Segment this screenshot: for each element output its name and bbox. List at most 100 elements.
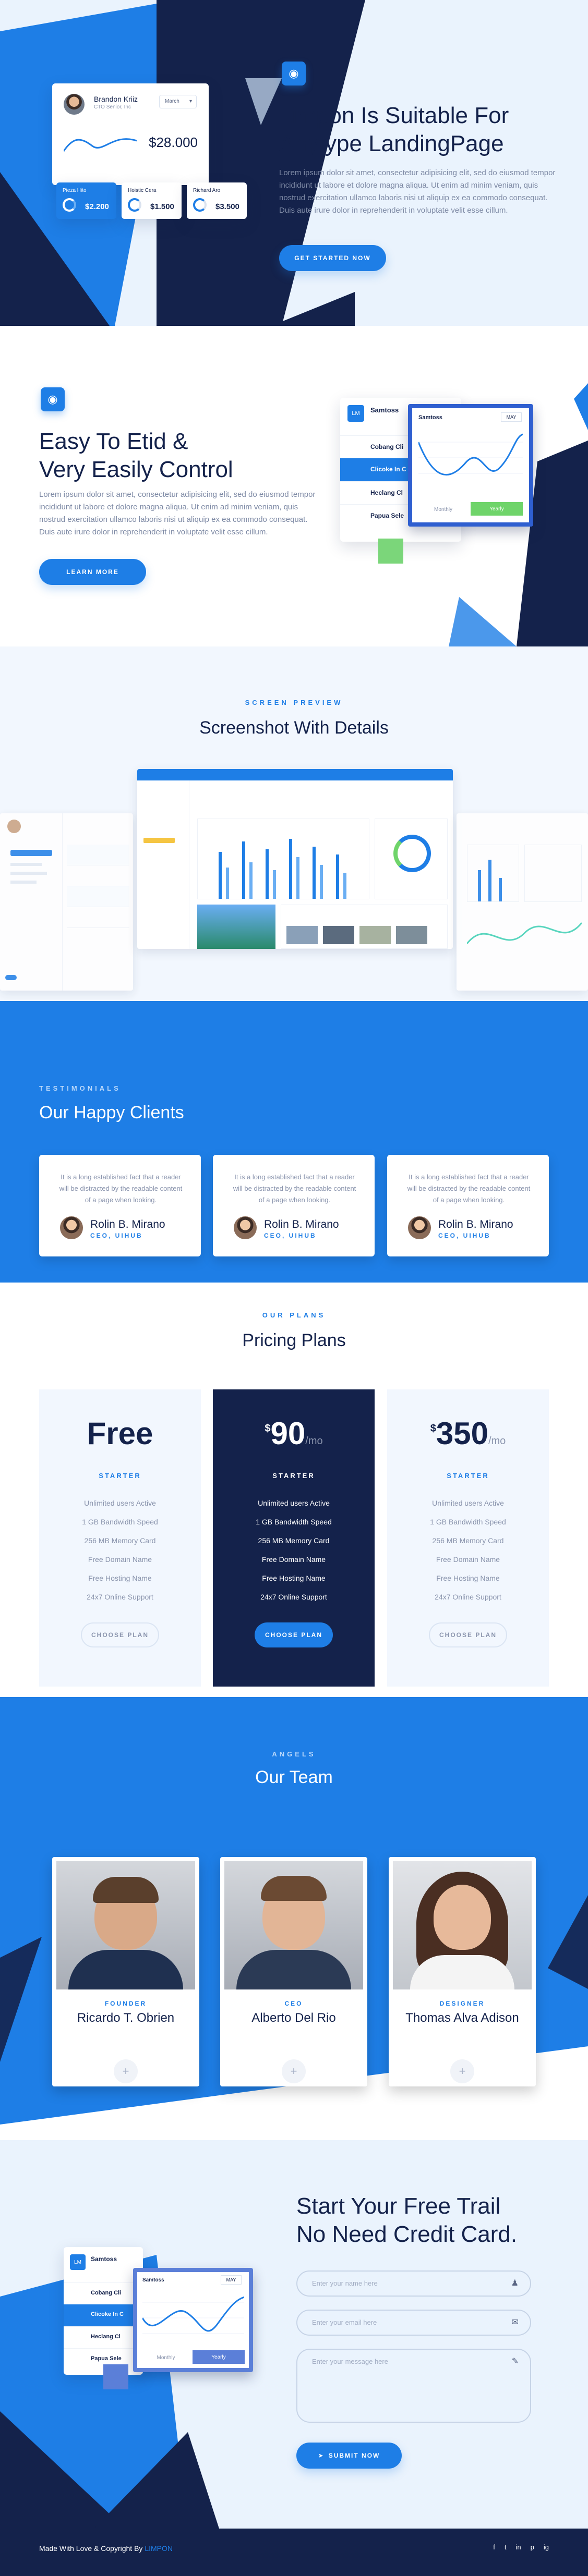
testimonial-card: It is a long established fact that a rea… bbox=[213, 1155, 375, 1256]
screenshot-topbar bbox=[137, 769, 453, 780]
social-links: f t in p ig bbox=[493, 2543, 549, 2551]
name-field[interactable]: Enter your name here ♟ bbox=[296, 2270, 531, 2297]
stat-label: Richard Aro bbox=[193, 188, 221, 193]
preview-heading: Screenshot With Details bbox=[199, 718, 389, 738]
stat-value: $1.500 bbox=[150, 202, 174, 211]
plan-features: Unlimited users Active 1 GB Bandwidth Spe… bbox=[82, 1499, 158, 1601]
avatar bbox=[7, 820, 21, 833]
plus-icon[interactable]: + bbox=[282, 2059, 306, 2083]
footer: Made With Love & Copyright By LIMPON f t… bbox=[0, 2529, 588, 2576]
plan-card-350: $350/mo STARTER Unlimited users Active 1 … bbox=[387, 1389, 549, 1687]
plus-icon[interactable]: + bbox=[114, 2059, 138, 2083]
aperture-icon: ◉ bbox=[41, 387, 65, 411]
stat-card-primary: Pieza Hito $2.200 bbox=[56, 182, 116, 219]
donut-icon bbox=[128, 198, 141, 212]
linkedin-icon[interactable]: in bbox=[516, 2543, 521, 2551]
testimonial-card: It is a long established fact that a rea… bbox=[39, 1155, 201, 1256]
pricing-heading: Pricing Plans bbox=[242, 1330, 346, 1350]
message-field[interactable]: Enter your message here ✎ bbox=[296, 2349, 531, 2423]
landing-page: Brandon Kriiz CTO Senior, Inc March ▾ $28… bbox=[0, 0, 588, 2576]
member-photo bbox=[224, 1861, 363, 1989]
user-name: Brandon Kriiz bbox=[94, 95, 138, 103]
pinterest-icon[interactable]: p bbox=[531, 2543, 534, 2551]
chart-line bbox=[418, 433, 523, 476]
plus-icon[interactable]: + bbox=[450, 2059, 474, 2083]
stat-value: $3.500 bbox=[215, 202, 239, 211]
choose-plan-button[interactable]: CHOOSE PLAN bbox=[81, 1622, 159, 1647]
list-item[interactable]: Heclang Cl bbox=[64, 2326, 143, 2348]
list-item-active[interactable]: Clicoke In C bbox=[64, 2304, 143, 2326]
hero-paragraph: Lorem ipsum dolor sit amet, consectetur … bbox=[279, 168, 556, 215]
blue-square bbox=[103, 2364, 128, 2389]
team-bottom-band bbox=[0, 2125, 588, 2140]
chevron-down-icon: ▾ bbox=[189, 99, 192, 104]
avatar bbox=[234, 1216, 257, 1239]
instagram-icon[interactable]: ig bbox=[544, 2543, 549, 2551]
member-photo bbox=[56, 1861, 195, 1989]
choose-plan-button[interactable]: CHOOSE PLAN bbox=[429, 1622, 507, 1647]
screenshot-area-chart bbox=[467, 922, 582, 944]
chart-month-select[interactable]: MAY bbox=[221, 2275, 242, 2285]
month-select[interactable]: March ▾ bbox=[159, 95, 197, 108]
mock-chart-panel: Samtoss MAY Monthly Yearly bbox=[408, 404, 533, 527]
plan-tier: STARTER bbox=[272, 1472, 315, 1480]
plan-card-free: Free STARTER Unlimited users Active 1 GB … bbox=[39, 1389, 201, 1687]
list-item[interactable]: Cobang Cli bbox=[64, 2282, 143, 2304]
screenshot-right bbox=[457, 813, 588, 991]
submit-button[interactable]: ➤ SUBMIT NOW bbox=[296, 2443, 402, 2469]
signup-title: Start Your Free Trail No Need Credit Car… bbox=[296, 2193, 518, 2247]
learn-more-button[interactable]: LEARN MORE bbox=[39, 559, 146, 585]
get-started-button[interactable]: GET STARTED NOW bbox=[279, 245, 386, 271]
plan-tier: STARTER bbox=[447, 1472, 489, 1480]
twitter-icon[interactable]: t bbox=[505, 2543, 507, 2551]
send-icon: ➤ bbox=[318, 2452, 325, 2459]
team-card-founder: FOUNDER Ricardo T. Obrien + bbox=[52, 1857, 199, 2086]
tab-monthly[interactable]: Monthly bbox=[418, 505, 468, 512]
testimonial-card: It is a long established fact that a rea… bbox=[387, 1155, 549, 1256]
tab-monthly[interactable]: Monthly bbox=[142, 2353, 189, 2361]
feature-section: ◉ Easy To Etid & Very Easily Control Lor… bbox=[0, 326, 588, 646]
team-card-ceo: CEO Alberto Del Rio + bbox=[220, 1857, 367, 2086]
plan-features: Unlimited users Active 1 GB Bandwidth Spe… bbox=[256, 1499, 332, 1601]
stat-card-2: Hoistic Cera $1.500 bbox=[122, 182, 182, 219]
hero-section: Brandon Kriiz CTO Senior, Inc March ▾ $28… bbox=[0, 0, 588, 326]
chart-title: Samtoss bbox=[418, 414, 442, 421]
plan-features: Unlimited users Active 1 GB Bandwidth Spe… bbox=[430, 1499, 506, 1601]
mock-chart-panel: Samtoss MAY Monthly Yearly bbox=[133, 2268, 253, 2372]
screenshot-sidebar bbox=[137, 780, 189, 949]
tab-yearly[interactable]: Yearly bbox=[471, 502, 523, 516]
hero-title: Limpon Is Suitable For Anytype LandingPa… bbox=[279, 103, 509, 156]
brand-link[interactable]: LIMPON bbox=[145, 2544, 173, 2553]
app-logo: LM bbox=[70, 2254, 86, 2270]
stat-value: $2.200 bbox=[85, 202, 109, 211]
plan-card-90: $90/mo STARTER Unlimited users Active 1 G… bbox=[213, 1389, 375, 1687]
clients-eyebrow: TESTIMONIALS bbox=[39, 1084, 121, 1092]
team-eyebrow: ANGELS bbox=[272, 1750, 316, 1758]
app-name: Samtoss bbox=[370, 406, 399, 414]
screenshot-left bbox=[0, 813, 133, 991]
team-card-designer: DESIGNER Thomas Alva Adison + bbox=[389, 1857, 536, 2086]
balance-sparkline bbox=[64, 138, 137, 152]
facebook-icon[interactable]: f bbox=[493, 2543, 495, 2551]
signup-section: LM Samtoss Cobang Cli Clicoke In C Hecla… bbox=[0, 2140, 588, 2529]
avatar bbox=[64, 94, 85, 115]
team-heading: Our Team bbox=[255, 1767, 333, 1787]
donut-icon bbox=[63, 198, 76, 212]
balance-card: Brandon Kriiz CTO Senior, Inc March ▾ $28… bbox=[52, 83, 209, 185]
app-name: Samtoss bbox=[91, 2255, 117, 2263]
avatar bbox=[60, 1216, 83, 1239]
choose-plan-button[interactable]: CHOOSE PLAN bbox=[255, 1622, 333, 1647]
plan-tier: STARTER bbox=[99, 1472, 141, 1480]
clients-bottom-band bbox=[0, 1283, 588, 1288]
green-square bbox=[378, 539, 403, 564]
chart-month-select[interactable]: MAY bbox=[501, 412, 522, 422]
preview-section: SCREEN PREVIEW Screenshot With Details bbox=[0, 646, 588, 1001]
tab-yearly[interactable]: Yearly bbox=[193, 2350, 245, 2364]
stat-label: Hoistic Cera bbox=[128, 188, 157, 193]
screenshot-gallery bbox=[281, 905, 448, 949]
email-field[interactable]: Enter your email here ✉ bbox=[296, 2310, 531, 2336]
screenshot-center bbox=[137, 769, 453, 949]
screenshot-profile-banner bbox=[197, 905, 275, 949]
plan-price: Free bbox=[87, 1416, 153, 1451]
pricing-eyebrow: OUR PLANS bbox=[262, 1311, 326, 1319]
